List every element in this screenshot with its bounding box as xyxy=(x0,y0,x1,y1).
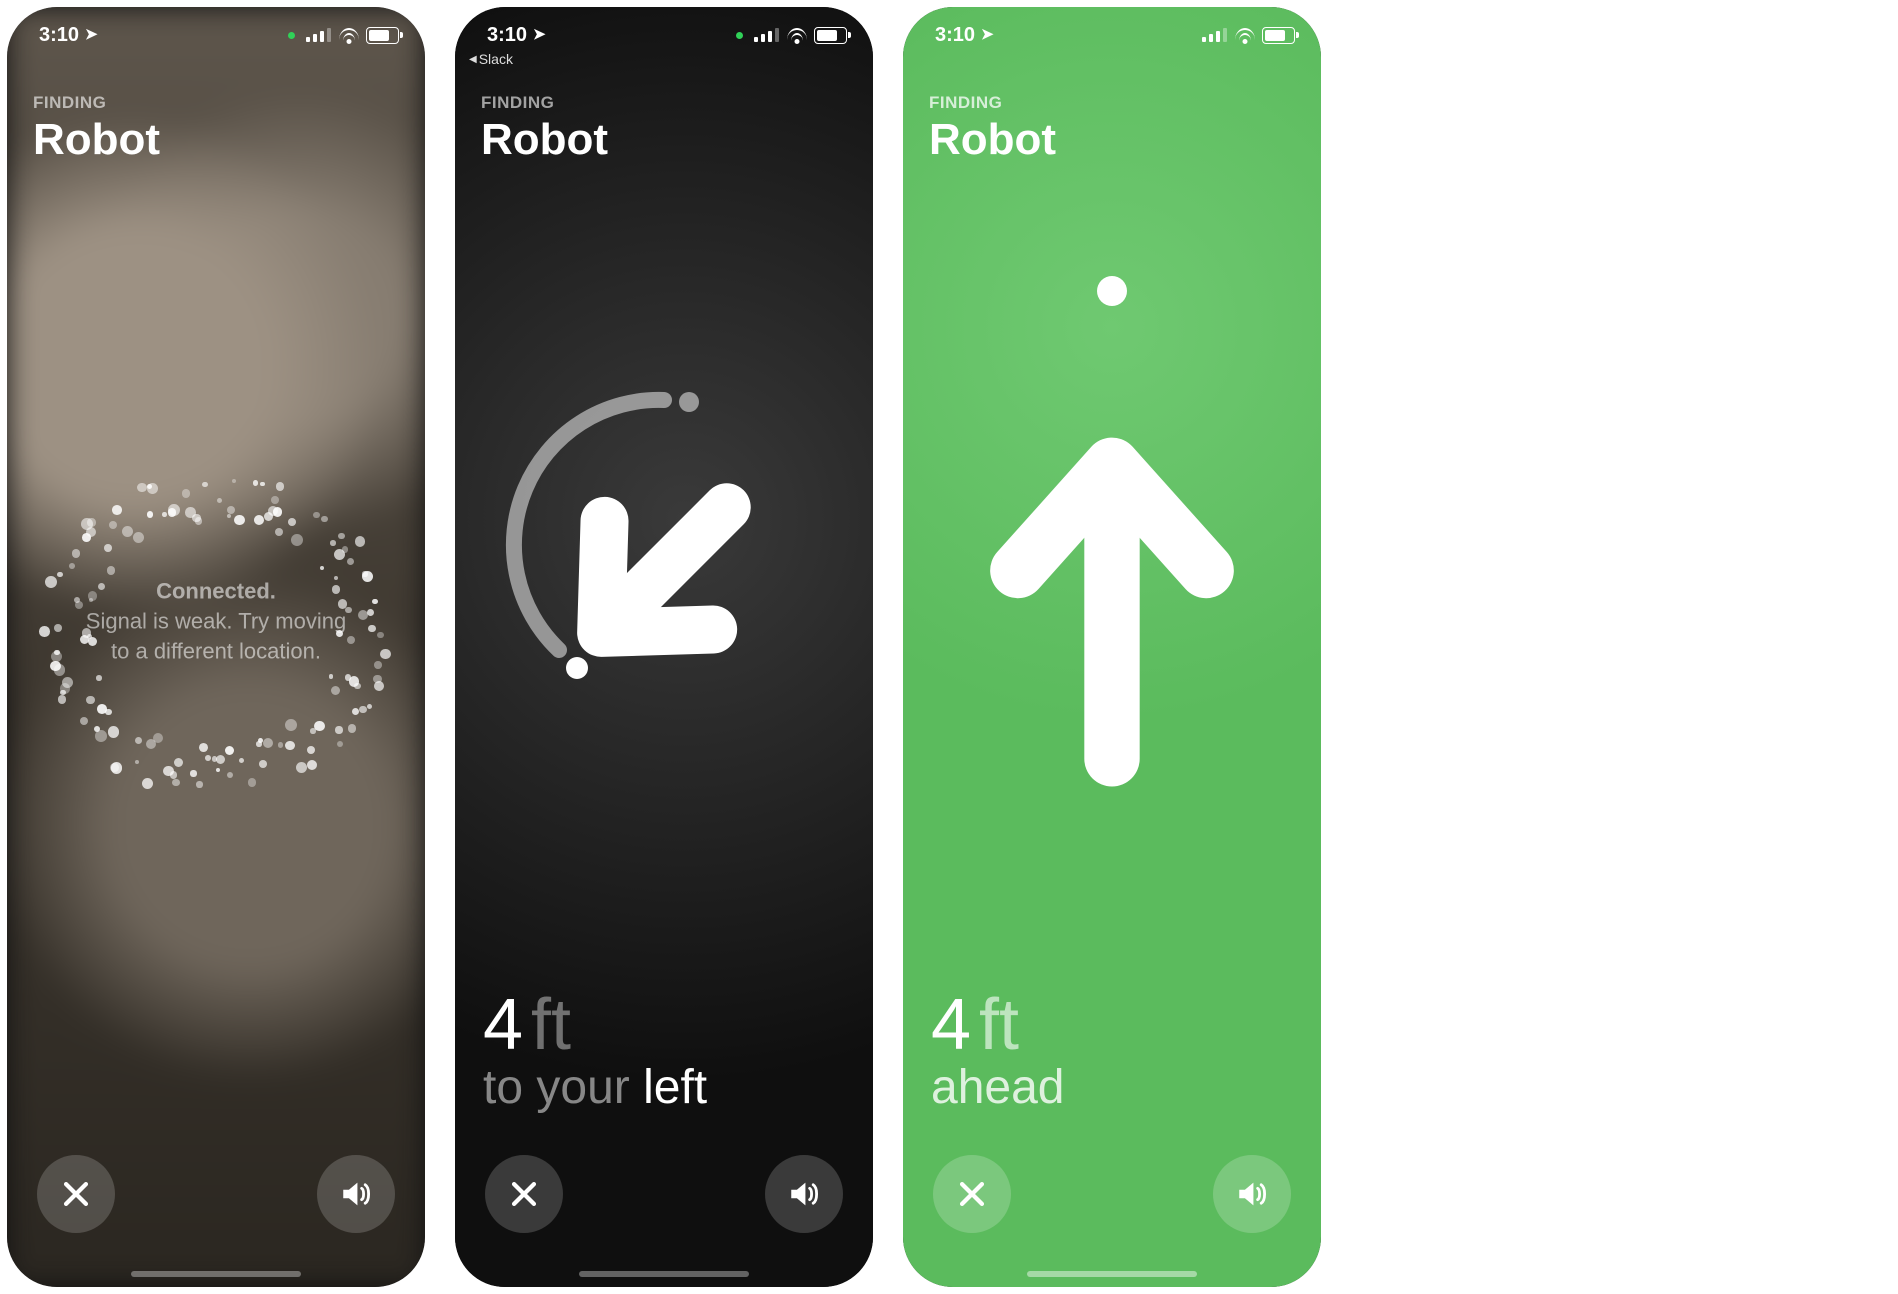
cellular-signal-icon xyxy=(754,28,779,42)
direction-prefix: to your xyxy=(483,1061,630,1114)
privacy-indicator-dot xyxy=(736,32,743,39)
close-button[interactable] xyxy=(485,1155,563,1233)
status-bar: 3:10 ➤ xyxy=(455,7,873,57)
location-services-icon: ➤ xyxy=(981,25,994,43)
location-services-icon: ➤ xyxy=(85,25,98,43)
finding-title: Robot xyxy=(929,115,1056,165)
direction-arrow xyxy=(972,426,1252,791)
wifi-icon xyxy=(1234,28,1255,43)
speaker-icon xyxy=(339,1177,373,1211)
back-to-app-breadcrumb[interactable]: Slack xyxy=(469,51,513,67)
close-button[interactable] xyxy=(37,1155,115,1233)
wifi-icon xyxy=(786,28,807,43)
cellular-signal-icon xyxy=(1202,28,1227,42)
speaker-icon xyxy=(1235,1177,1269,1211)
precision-finding-ahead-screen: 3:10 ➤ FINDING Robot 4ft xyxy=(903,7,1321,1287)
close-icon xyxy=(507,1177,541,1211)
location-services-icon: ➤ xyxy=(533,25,546,43)
finding-header: FINDING Robot xyxy=(33,93,160,165)
finding-title: Robot xyxy=(33,115,160,165)
battery-icon xyxy=(366,27,399,44)
distance-unit: ft xyxy=(531,985,571,1065)
finding-eyebrow: FINDING xyxy=(33,93,160,113)
finding-header: FINDING Robot xyxy=(929,93,1056,165)
status-time: 3:10 xyxy=(487,24,527,47)
home-indicator[interactable] xyxy=(131,1271,301,1277)
signal-status-message: Connected. Signal is weak. Try moving to… xyxy=(7,577,425,666)
close-icon xyxy=(59,1177,93,1211)
precision-finding-direction-screen: 3:10 ➤ Slack FINDING Robot xyxy=(455,7,873,1287)
distance-unit: ft xyxy=(979,985,1019,1065)
target-dot xyxy=(1097,276,1127,306)
battery-icon xyxy=(1262,27,1295,44)
home-indicator[interactable] xyxy=(579,1271,749,1277)
distance-value: 4 xyxy=(931,985,971,1065)
finding-eyebrow: FINDING xyxy=(481,93,608,113)
play-sound-button[interactable] xyxy=(1213,1155,1291,1233)
direction-word: left xyxy=(643,1061,707,1114)
status-time: 3:10 xyxy=(39,24,79,47)
play-sound-button[interactable] xyxy=(765,1155,843,1233)
cellular-signal-icon xyxy=(306,28,331,42)
close-button[interactable] xyxy=(933,1155,1011,1233)
battery-icon xyxy=(814,27,847,44)
finding-header: FINDING Robot xyxy=(481,93,608,165)
speaker-icon xyxy=(787,1177,821,1211)
status-bar: 3:10 ➤ xyxy=(903,7,1321,57)
distance-readout: 4ft ahead xyxy=(931,984,1064,1115)
status-time: 3:10 xyxy=(935,24,975,47)
precision-finding-searching-screen: 3:10 ➤ FINDING Robot Connected. Signal i… xyxy=(7,7,425,1287)
finding-title: Robot xyxy=(481,115,608,165)
privacy-indicator-dot xyxy=(288,32,295,39)
home-indicator[interactable] xyxy=(1027,1271,1197,1277)
finding-eyebrow: FINDING xyxy=(929,93,1056,113)
direction-word: ahead xyxy=(931,1061,1064,1114)
play-sound-button[interactable] xyxy=(317,1155,395,1233)
status-bar: 3:10 ➤ xyxy=(7,7,425,57)
wifi-icon xyxy=(338,28,359,43)
distance-value: 4 xyxy=(483,985,523,1065)
close-icon xyxy=(955,1177,989,1211)
distance-readout: 4ft to your left xyxy=(483,984,707,1115)
